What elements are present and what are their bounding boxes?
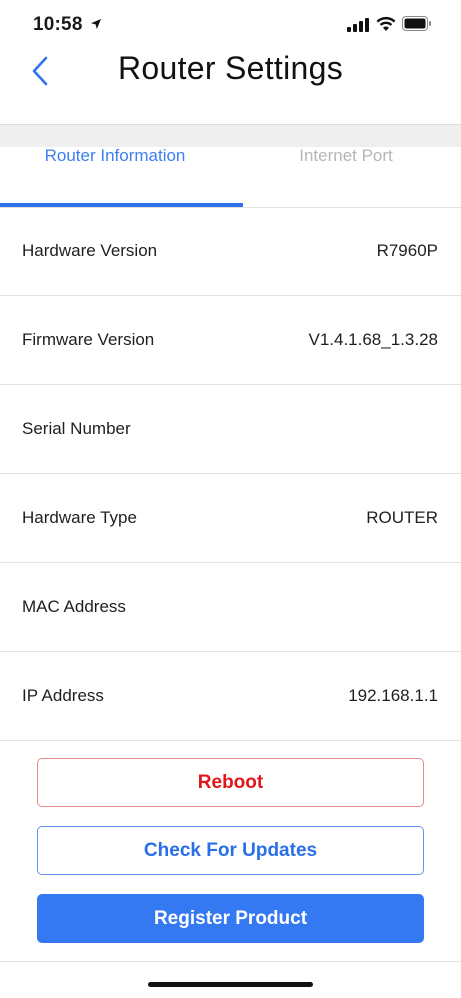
row-label: Firmware Version xyxy=(22,330,155,349)
row-label: Hardware Type xyxy=(22,508,137,527)
info-row-ip-address: IP Address 192.168.1.1 xyxy=(0,652,461,741)
reboot-button[interactable]: Reboot xyxy=(37,758,424,807)
row-value: ROUTER xyxy=(366,508,438,527)
tab-router-information[interactable]: Router Information xyxy=(0,147,230,204)
tab-bar: Router Information Internet Port xyxy=(0,147,461,208)
tab-internet-port[interactable]: Internet Port xyxy=(231,147,461,204)
row-value: 192.168.1.1 xyxy=(348,686,438,705)
battery-icon xyxy=(402,16,432,36)
section-divider xyxy=(0,124,461,148)
row-value: R7960P xyxy=(376,241,438,260)
info-row-hardware-version: Hardware Version R7960P xyxy=(0,207,461,296)
register-product-button[interactable]: Register Product xyxy=(37,894,424,943)
cellular-signal-icon xyxy=(347,18,369,37)
info-row-firmware-version: Firmware Version V1.4.1.68_1.3.28 xyxy=(0,296,461,385)
home-indicator[interactable] xyxy=(148,982,313,987)
router-info-list: Hardware Version R7960P Firmware Version… xyxy=(0,207,461,741)
row-label: Hardware Version xyxy=(22,241,158,260)
page-title: Router Settings xyxy=(117,50,344,86)
info-row-serial-number: Serial Number xyxy=(0,385,461,474)
location-arrow-icon xyxy=(90,17,102,35)
status-time: 10:58 xyxy=(33,14,83,35)
check-for-updates-button[interactable]: Check For Updates xyxy=(37,826,424,875)
row-label: MAC Address xyxy=(22,597,126,616)
info-row-mac-address: MAC Address xyxy=(0,563,461,652)
row-label: Serial Number xyxy=(22,419,131,438)
info-row-hardware-type: Hardware Type ROUTER xyxy=(0,474,461,563)
row-label: IP Address xyxy=(22,686,104,705)
row-value: V1.4.1.68_1.3.28 xyxy=(308,330,438,349)
bottom-divider xyxy=(0,961,461,962)
status-bar: 10:58 xyxy=(0,0,461,50)
wifi-icon xyxy=(376,16,396,37)
